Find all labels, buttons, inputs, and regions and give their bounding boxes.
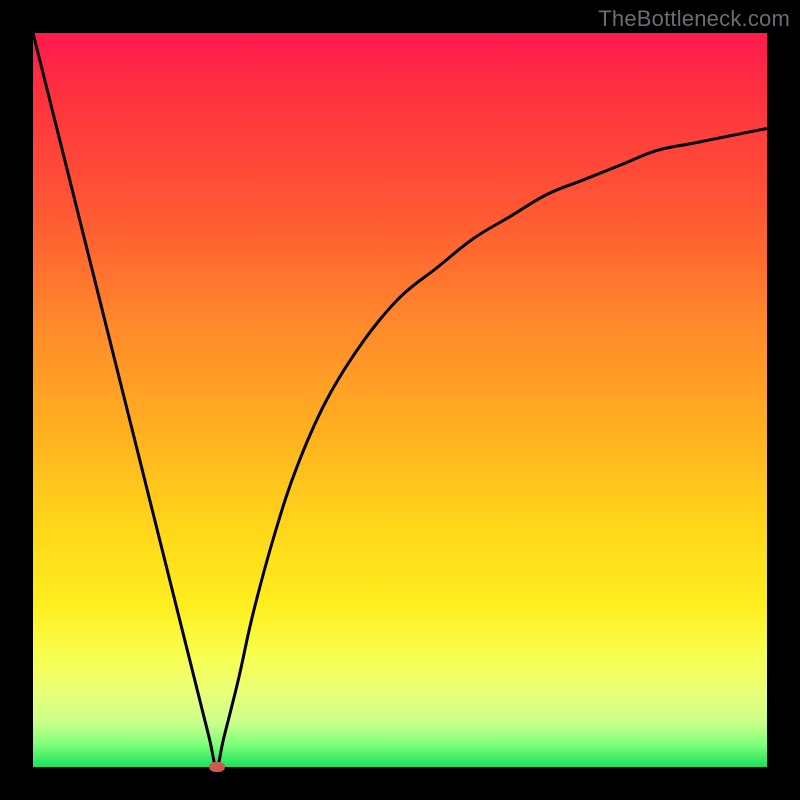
- chart-frame: TheBottleneck.com: [0, 0, 800, 800]
- plot-area: [33, 33, 767, 767]
- optimal-point-marker: [209, 762, 225, 772]
- bottleneck-curve: [33, 33, 767, 767]
- watermark-text: TheBottleneck.com: [598, 6, 790, 32]
